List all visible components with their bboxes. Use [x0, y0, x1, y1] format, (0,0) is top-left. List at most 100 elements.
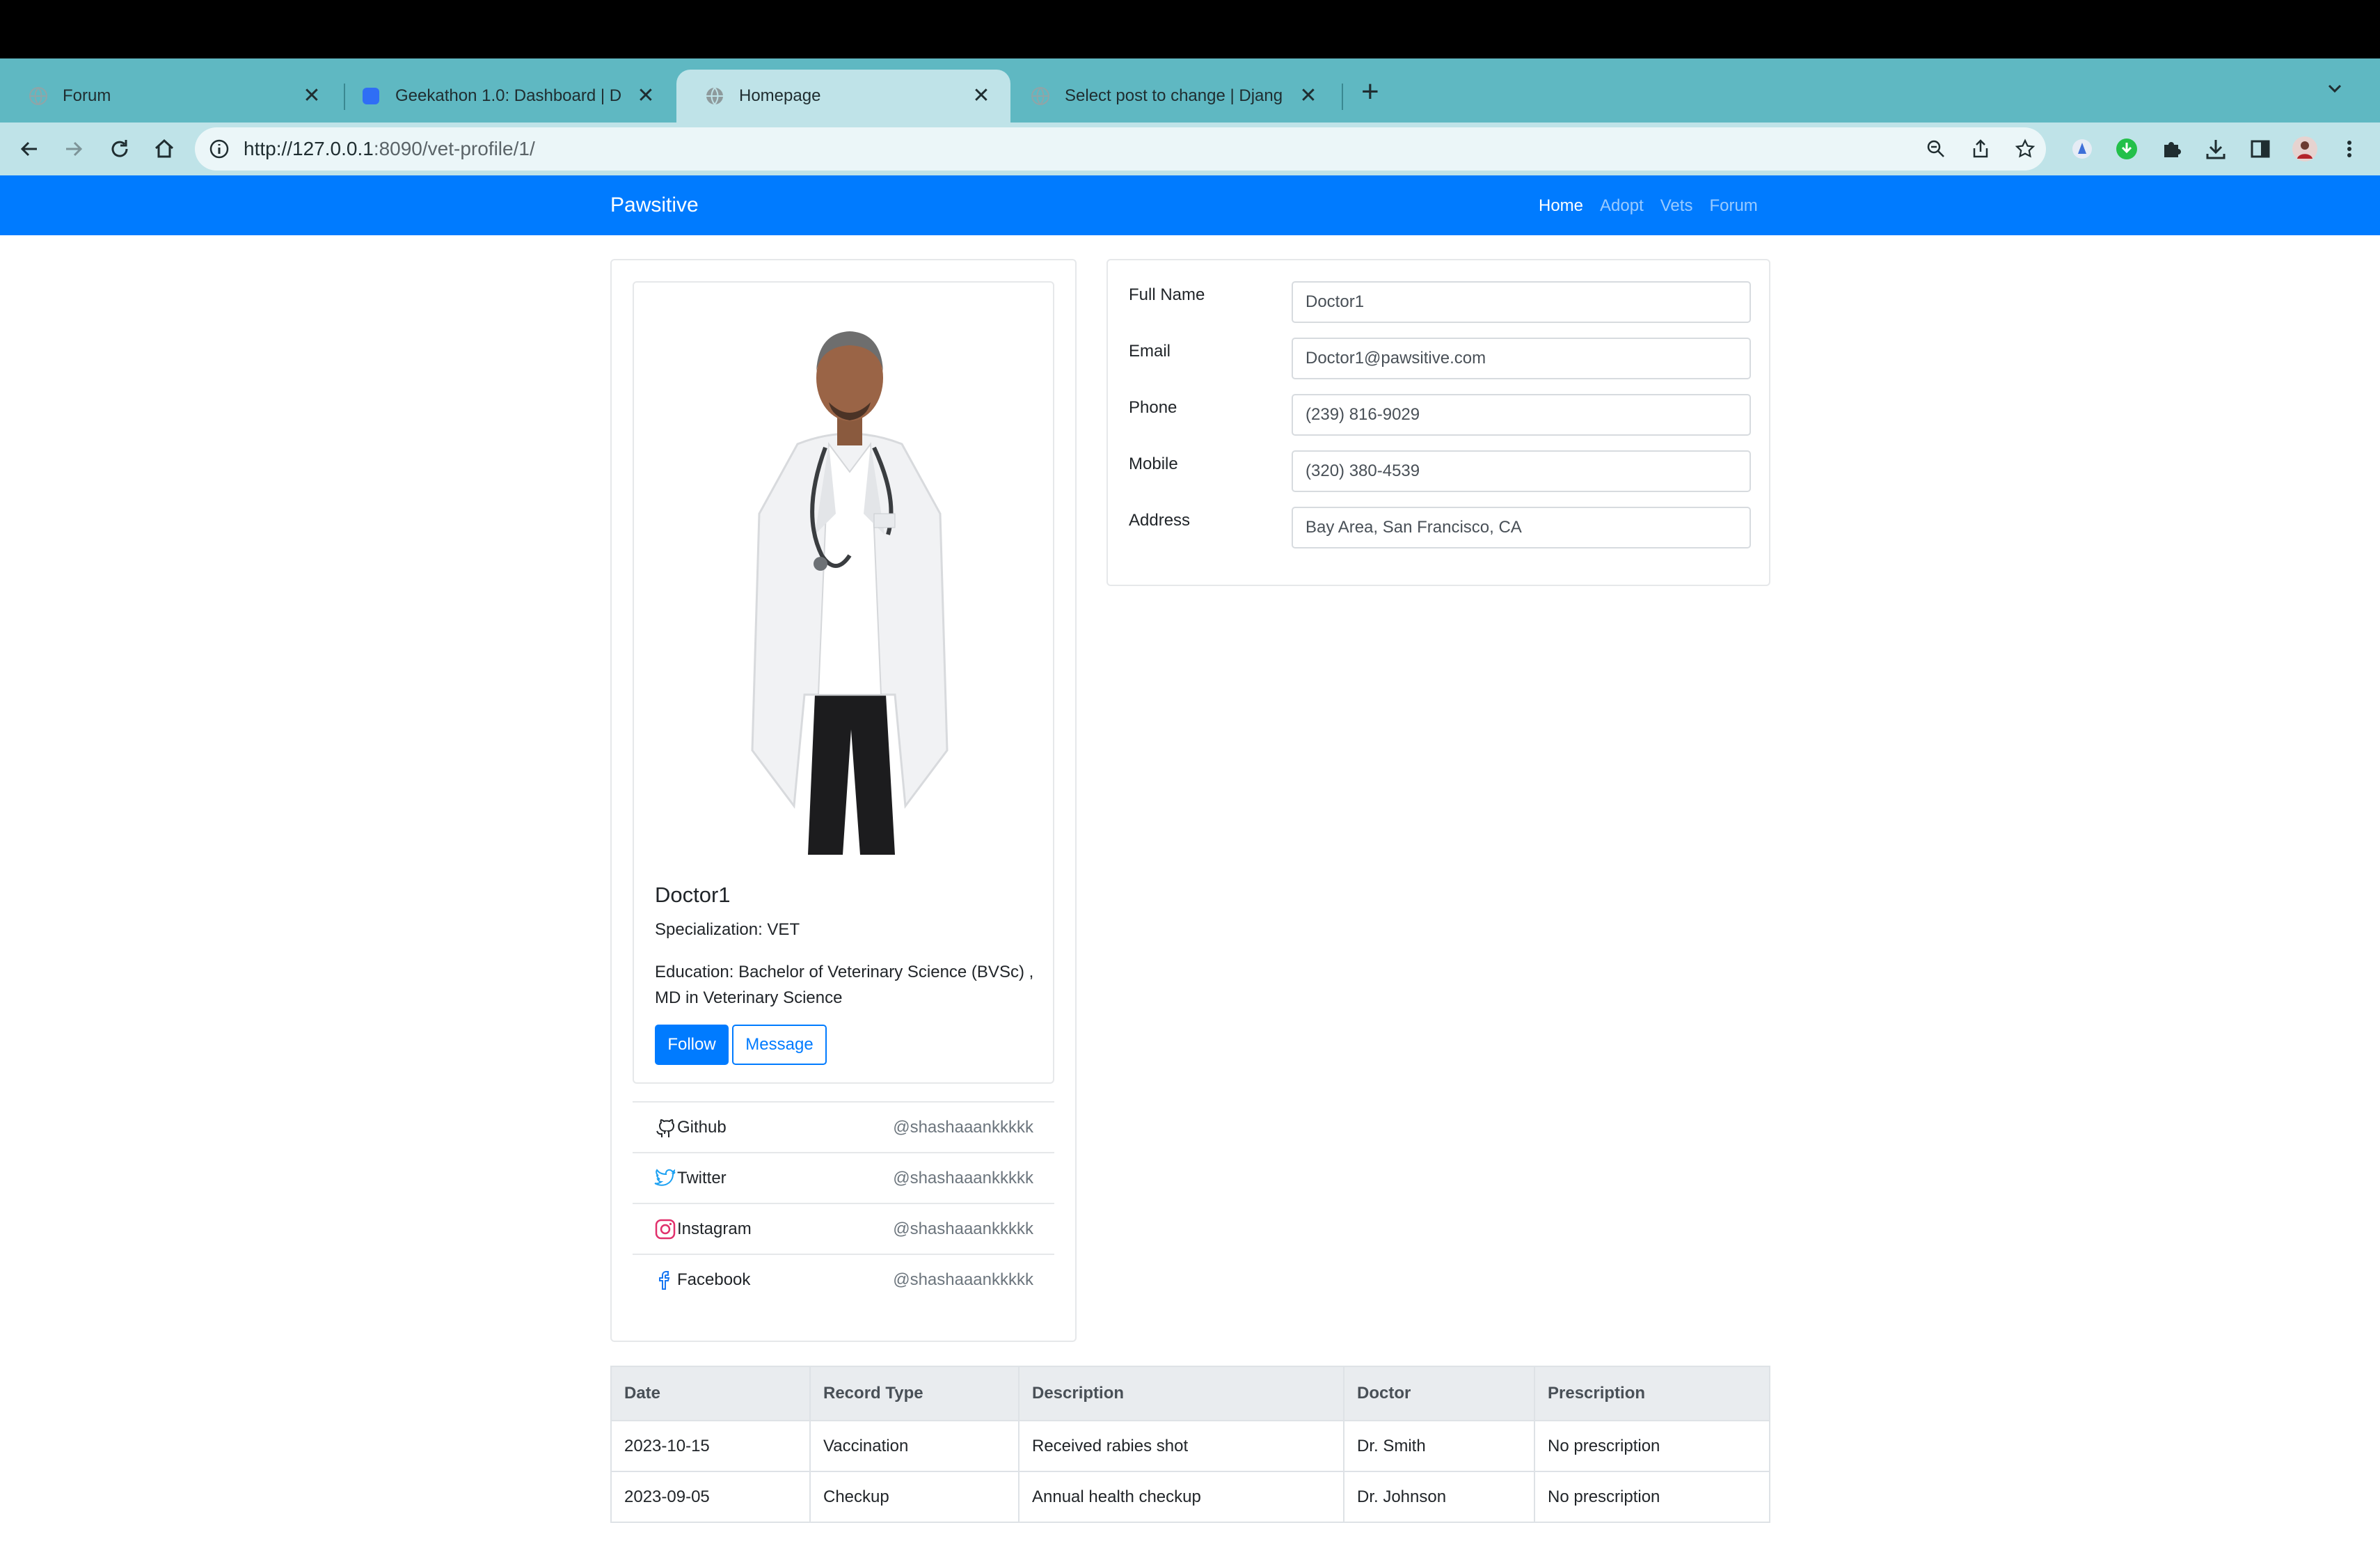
mobile-label: Mobile	[1129, 455, 1178, 473]
social-handle: @shashaaankkkkk	[893, 1270, 1033, 1289]
social-item-facebook[interactable]: Facebook @shashaaankkkkk	[633, 1254, 1054, 1304]
full-name-row: Full Name Doctor1	[1129, 281, 1751, 323]
download-icon[interactable]	[2196, 129, 2235, 168]
doctor-photo	[751, 331, 949, 855]
profile-avatar-icon[interactable]	[2285, 129, 2324, 168]
column-header-date: Date	[610, 1366, 811, 1421]
globe-icon	[704, 86, 725, 106]
nav-links: Home Adopt Vets Forum	[1539, 196, 1758, 216]
contact-details-card: Full Name Doctor1 Email Doctor1@pawsitiv…	[1106, 259, 1770, 586]
puzzle-icon[interactable]	[2152, 129, 2191, 168]
close-tab-icon[interactable]: ✕	[299, 84, 324, 109]
mobile-field[interactable]: (320) 380-4539	[1292, 450, 1751, 492]
extension-green-icon[interactable]	[2107, 129, 2146, 168]
instagram-icon	[655, 1219, 676, 1239]
tab-django-admin[interactable]: Select post to change | Djang ✕	[1002, 70, 1338, 123]
tab-title: Geekathon 1.0: Dashboard | D	[395, 86, 622, 105]
column-header-record-type: Record Type	[809, 1366, 1020, 1421]
nav-link-forum[interactable]: Forum	[1709, 196, 1757, 216]
cell-date: 2023-10-15	[610, 1420, 811, 1472]
new-tab-icon[interactable]: +	[1361, 75, 1379, 109]
social-name: Twitter	[677, 1168, 727, 1187]
tab-geekathon[interactable]: Geekathon 1.0: Dashboard | D ✕	[334, 70, 675, 123]
site-navbar: Pawsitive Home Adopt Vets Forum	[0, 175, 2380, 235]
phone-label: Phone	[1129, 398, 1177, 417]
column-header-description: Description	[1018, 1366, 1344, 1421]
social-handle: @shashaaankkkkk	[893, 1219, 1033, 1238]
info-icon[interactable]	[209, 139, 230, 159]
cell-description: Annual health checkup	[1018, 1471, 1344, 1523]
address-bar[interactable]: http://127.0.0.1:8090/vet-profile/1/	[195, 127, 2046, 171]
facebook-icon	[659, 1270, 670, 1290]
phone-row: Phone (239) 816-9029	[1129, 394, 1751, 436]
screen-top-bar	[0, 0, 2380, 58]
globe-icon	[28, 86, 49, 106]
address-field[interactable]: Bay Area, San Francisco, CA	[1292, 507, 1751, 548]
close-tab-icon[interactable]: ✕	[969, 84, 994, 109]
app-logo-icon	[360, 86, 381, 106]
forward-arrow-icon[interactable]	[54, 129, 93, 168]
close-tab-icon[interactable]: ✕	[1296, 84, 1321, 109]
email-field[interactable]: Doctor1@pawsitive.com	[1292, 338, 1751, 379]
cell-doctor: Dr. Smith	[1343, 1420, 1535, 1472]
cell-record-type: Checkup	[809, 1471, 1020, 1523]
side-panel-icon[interactable]	[2241, 129, 2280, 168]
profile-summary-card: Doctor1 Specialization: VET Education: B…	[633, 281, 1054, 1084]
cell-prescription: No prescription	[1534, 1420, 1770, 1472]
medical-records-table: Date Record Type Description Doctor Pres…	[610, 1366, 1770, 1523]
chevron-down-icon[interactable]	[2324, 78, 2345, 104]
github-icon	[656, 1119, 675, 1137]
table-header-row: Date Record Type Description Doctor Pres…	[610, 1366, 1770, 1421]
column-header-doctor: Doctor	[1343, 1366, 1535, 1421]
cell-prescription: No prescription	[1534, 1471, 1770, 1523]
profile-card: Doctor1 Specialization: VET Education: B…	[610, 259, 1077, 1342]
tab-title: Forum	[63, 86, 111, 105]
browser-toolbar: http://127.0.0.1:8090/vet-profile/1/	[0, 123, 2380, 175]
social-links-list: Github @shashaaankkkkk Twitter @shashaaa…	[633, 1101, 1054, 1304]
table-row: 2023-10-15 Vaccination Received rabies s…	[610, 1420, 1770, 1472]
tab-homepage[interactable]: Homepage ✕	[676, 70, 1010, 123]
cell-doctor: Dr. Johnson	[1343, 1471, 1535, 1523]
back-arrow-icon[interactable]	[10, 129, 49, 168]
social-item-instagram[interactable]: Instagram @shashaaankkkkk	[633, 1203, 1054, 1254]
browser-tab-strip: Forum ✕ Geekathon 1.0: Dashboard | D ✕ H…	[0, 58, 2380, 123]
tab-separator	[1342, 84, 1343, 110]
doctor-name: Doctor1	[655, 883, 731, 907]
column-header-prescription: Prescription	[1534, 1366, 1770, 1421]
zoom-icon[interactable]	[1917, 129, 1955, 168]
nav-link-vets[interactable]: Vets	[1660, 196, 1693, 216]
url-path: :8090/vet-profile/1/	[373, 138, 535, 159]
brand-logo[interactable]: Pawsitive	[610, 194, 699, 217]
email-row: Email Doctor1@pawsitive.com	[1129, 338, 1751, 379]
phone-field[interactable]: (239) 816-9029	[1292, 394, 1751, 436]
tab-forum[interactable]: Forum ✕	[0, 70, 341, 123]
reload-icon[interactable]	[100, 129, 139, 168]
nav-link-adopt[interactable]: Adopt	[1600, 196, 1644, 216]
social-item-github[interactable]: Github @shashaaankkkkk	[633, 1101, 1054, 1152]
url-host: http://127.0.0.1	[244, 138, 374, 159]
social-handle: @shashaaankkkkk	[893, 1117, 1033, 1137]
full-name-field[interactable]: Doctor1	[1292, 281, 1751, 323]
message-button[interactable]: Message	[732, 1025, 827, 1065]
cell-record-type: Vaccination	[809, 1420, 1020, 1472]
extension-avatar-icon[interactable]	[2063, 129, 2102, 168]
social-item-twitter[interactable]: Twitter @shashaaankkkkk	[633, 1152, 1054, 1203]
social-name: Instagram	[677, 1219, 752, 1238]
cell-date: 2023-09-05	[610, 1471, 811, 1523]
education-text: Education: Bachelor of Veterinary Scienc…	[655, 963, 1034, 1007]
social-name: Facebook	[677, 1270, 751, 1289]
follow-button[interactable]: Follow	[655, 1025, 729, 1065]
social-handle: @shashaaankkkkk	[893, 1168, 1033, 1187]
kebab-menu-icon[interactable]	[2330, 129, 2369, 168]
tab-title: Homepage	[739, 86, 821, 105]
close-tab-icon[interactable]: ✕	[633, 84, 658, 109]
table-row: 2023-09-05 Checkup Annual health checkup…	[610, 1471, 1770, 1523]
specialization-text: Specialization: VET	[655, 920, 800, 939]
globe-icon	[1030, 86, 1051, 106]
full-name-label: Full Name	[1129, 285, 1205, 304]
home-icon[interactable]	[145, 129, 184, 168]
bookmark-star-icon[interactable]	[2006, 129, 2045, 168]
nav-link-home[interactable]: Home	[1539, 196, 1583, 216]
address-label: Address	[1129, 511, 1191, 530]
share-icon[interactable]	[1961, 129, 2000, 168]
